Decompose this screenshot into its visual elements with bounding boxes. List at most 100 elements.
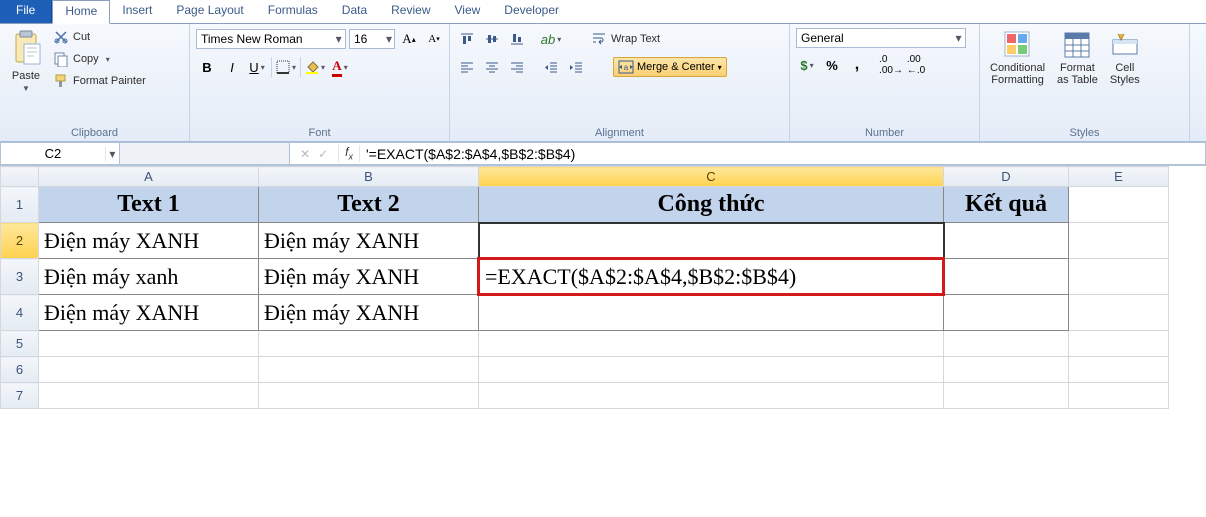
tab-developer[interactable]: Developer	[492, 0, 571, 23]
decrease-decimal-button[interactable]: .00←.0	[905, 54, 927, 76]
cell-C3[interactable]: =EXACT($A$2:$A$4,$B$2:$B$4)	[479, 259, 944, 295]
select-all-corner[interactable]	[1, 167, 39, 187]
cell-C5[interactable]	[479, 331, 944, 357]
align-center-button[interactable]	[481, 56, 503, 78]
shrink-font-button[interactable]: A▾	[423, 28, 445, 50]
cell-C1[interactable]: Công thức	[479, 187, 944, 223]
font-color-button[interactable]: A	[329, 56, 351, 78]
grow-font-button[interactable]: A▴	[398, 28, 420, 50]
cell-E4[interactable]	[1069, 295, 1169, 331]
tab-data[interactable]: Data	[330, 0, 379, 23]
cell-D2[interactable]	[944, 223, 1069, 259]
formula-input[interactable]	[360, 146, 1205, 162]
bold-button[interactable]: B	[196, 56, 218, 78]
font-size-input[interactable]	[350, 32, 384, 46]
name-box[interactable]: ▾	[0, 142, 120, 165]
row-header-1[interactable]: 1	[1, 187, 39, 223]
tab-home[interactable]: Home	[52, 0, 110, 24]
row-header-2[interactable]: 2	[1, 223, 39, 259]
row-header-4[interactable]: 4	[1, 295, 39, 331]
cell-E1[interactable]	[1069, 187, 1169, 223]
accounting-format-button[interactable]: $	[796, 54, 818, 76]
cell-B5[interactable]	[259, 331, 479, 357]
font-name-input[interactable]	[197, 32, 332, 46]
orientation-button[interactable]: ab	[540, 28, 562, 50]
chevron-down-icon[interactable]: ▾	[384, 32, 394, 46]
cell-A4[interactable]: Điện máy XANH	[39, 295, 259, 331]
column-header-C[interactable]: C	[479, 167, 944, 187]
row-header-3[interactable]: 3	[1, 259, 39, 295]
cell-C4[interactable]	[479, 295, 944, 331]
percent-button[interactable]: %	[821, 54, 843, 76]
spreadsheet-grid[interactable]: ABCDE1Text 1Text 2Công thứcKết quả2Điện …	[0, 166, 1169, 409]
decrease-indent-button[interactable]	[540, 56, 562, 78]
cell-C2[interactable]	[479, 223, 944, 259]
increase-decimal-button[interactable]: .0.00→	[880, 54, 902, 76]
cell-D1[interactable]: Kết quả	[944, 187, 1069, 223]
cell-E5[interactable]	[1069, 331, 1169, 357]
cell-D5[interactable]	[944, 331, 1069, 357]
align-middle-button[interactable]	[481, 28, 503, 50]
cell-B2[interactable]: Điện máy XANH	[259, 223, 479, 259]
cell-A3[interactable]: Điện máy xanh	[39, 259, 259, 295]
row-header-7[interactable]: 7	[1, 383, 39, 409]
number-format-input[interactable]	[797, 31, 952, 45]
cell-A1[interactable]: Text 1	[39, 187, 259, 223]
font-name-combo[interactable]: ▾	[196, 29, 346, 49]
cell-C6[interactable]	[479, 357, 944, 383]
borders-button[interactable]	[275, 56, 297, 78]
align-left-button[interactable]	[456, 56, 478, 78]
increase-indent-button[interactable]	[565, 56, 587, 78]
tab-insert[interactable]: Insert	[110, 0, 164, 23]
column-header-A[interactable]: A	[39, 167, 259, 187]
tab-formulas[interactable]: Formulas	[256, 0, 330, 23]
cell-B7[interactable]	[259, 383, 479, 409]
tab-file[interactable]: File	[0, 0, 52, 23]
comma-style-button[interactable]: ,	[846, 54, 868, 76]
cell-A2[interactable]: Điện máy XANH	[39, 223, 259, 259]
tab-review[interactable]: Review	[379, 0, 442, 23]
cell-A6[interactable]	[39, 357, 259, 383]
cell-E2[interactable]	[1069, 223, 1169, 259]
chevron-down-icon[interactable]: ▾	[952, 31, 965, 45]
row-header-6[interactable]: 6	[1, 357, 39, 383]
cell-B3[interactable]: Điện máy XANH	[259, 259, 479, 295]
wrap-text-button[interactable]: Wrap Text	[588, 30, 663, 48]
conditional-formatting-button[interactable]: Conditional Formatting	[986, 28, 1049, 88]
align-top-button[interactable]	[456, 28, 478, 50]
copy-button[interactable]: Copy▾	[50, 50, 149, 68]
tab-view[interactable]: View	[443, 0, 493, 23]
cell-C7[interactable]	[479, 383, 944, 409]
format-painter-button[interactable]: Format Painter	[50, 72, 149, 90]
fill-color-button[interactable]	[304, 56, 326, 78]
cell-E7[interactable]	[1069, 383, 1169, 409]
chevron-down-icon[interactable]: ▾	[332, 32, 345, 46]
merge-center-button[interactable]: a Merge & Center ▾	[613, 57, 727, 77]
align-bottom-button[interactable]	[506, 28, 528, 50]
cell-E6[interactable]	[1069, 357, 1169, 383]
column-header-B[interactable]: B	[259, 167, 479, 187]
underline-button[interactable]: U	[246, 56, 268, 78]
cell-B6[interactable]	[259, 357, 479, 383]
cell-D7[interactable]	[944, 383, 1069, 409]
cell-A7[interactable]	[39, 383, 259, 409]
font-size-combo[interactable]: ▾	[349, 29, 395, 49]
cut-button[interactable]: Cut	[50, 28, 149, 46]
row-header-5[interactable]: 5	[1, 331, 39, 357]
format-as-table-button[interactable]: Format as Table	[1053, 28, 1102, 88]
column-header-D[interactable]: D	[944, 167, 1069, 187]
cell-styles-button[interactable]: Cell Styles	[1106, 28, 1144, 88]
cell-B4[interactable]: Điện máy XANH	[259, 295, 479, 331]
paste-button[interactable]: Paste ▼	[6, 28, 46, 95]
align-right-button[interactable]	[506, 56, 528, 78]
cell-D4[interactable]	[944, 295, 1069, 331]
number-format-combo[interactable]: ▾	[796, 28, 966, 48]
cell-D3[interactable]	[944, 259, 1069, 295]
insert-function-button[interactable]: fx	[338, 145, 360, 161]
column-header-E[interactable]: E	[1069, 167, 1169, 187]
italic-button[interactable]: I	[221, 56, 243, 78]
cell-E3[interactable]	[1069, 259, 1169, 295]
cell-B1[interactable]: Text 2	[259, 187, 479, 223]
cell-D6[interactable]	[944, 357, 1069, 383]
chevron-down-icon[interactable]: ▾	[105, 147, 119, 161]
